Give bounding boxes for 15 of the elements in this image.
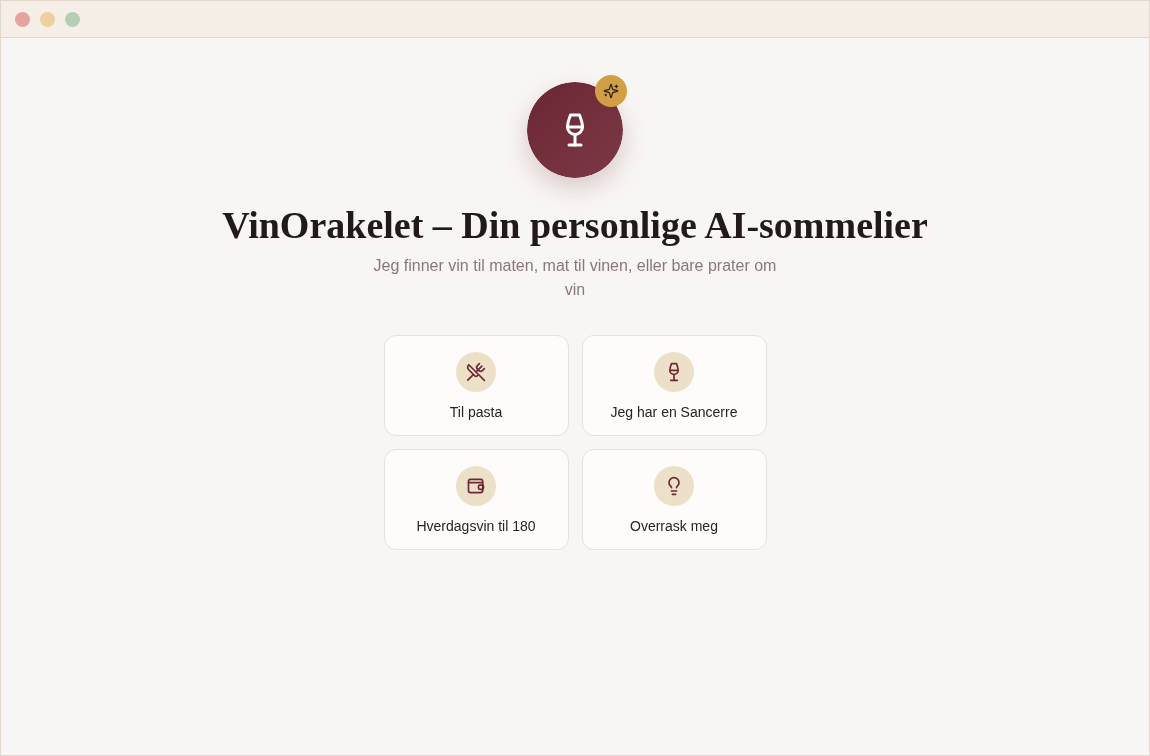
lightbulb-icon [654,466,694,506]
suggestion-card[interactable]: Jeg har en Sancerre [581,335,767,436]
suggestion-card[interactable]: Hverdagsvin til 180 [383,449,569,550]
suggestion-card[interactable]: Overrask meg [581,449,767,550]
wine-glass-icon [654,352,694,392]
window-close-icon[interactable] [15,11,30,27]
wallet-icon [456,466,496,506]
suggestion-card[interactable]: Til pasta [383,335,569,436]
window-zoom-icon[interactable] [65,11,80,27]
app-subtitle: Jeg finner vin til maten, mat til vinen, eller bare prater om vin [372,256,778,300]
window-minimize-icon[interactable] [40,11,55,27]
sparkle-badge-icon [595,75,627,107]
wine-glass-logo-icon [527,82,623,178]
fork-knife-icon [456,352,496,392]
app-title: VinOrakelet – Din personlige AI-sommelier [222,203,928,248]
